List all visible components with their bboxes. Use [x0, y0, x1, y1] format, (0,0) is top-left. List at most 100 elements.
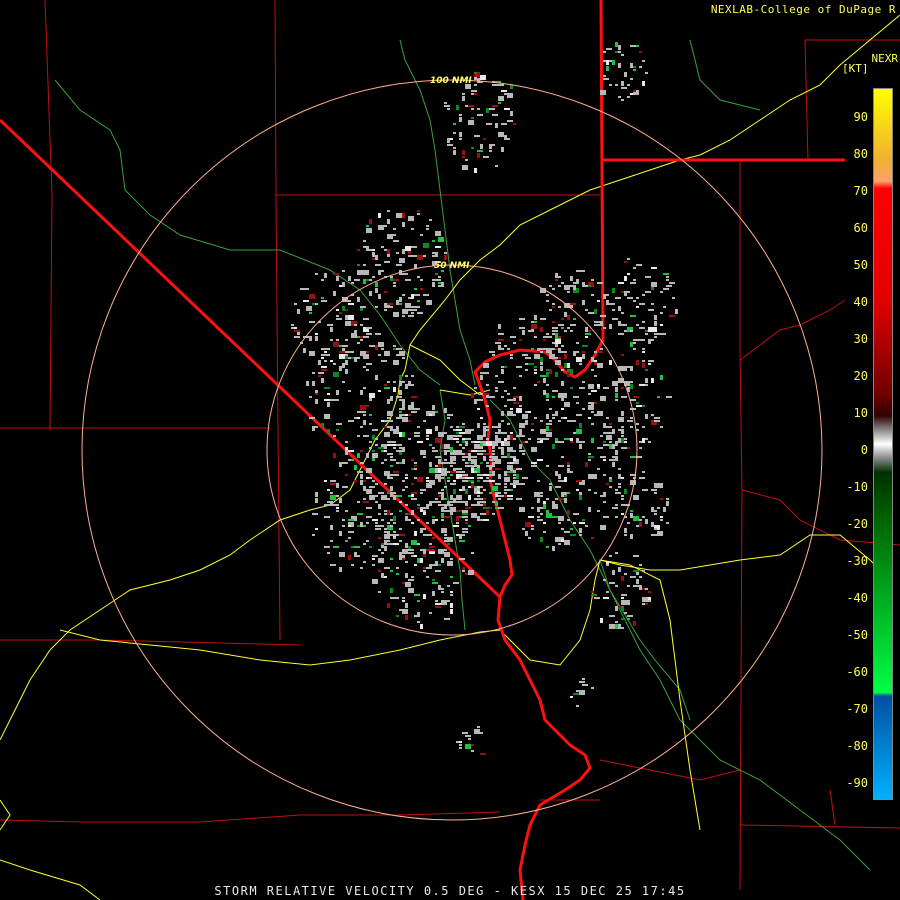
velocity-return	[384, 498, 390, 500]
velocity-return	[465, 480, 468, 482]
velocity-return	[402, 489, 405, 491]
velocity-return	[537, 381, 540, 383]
velocity-return	[303, 300, 309, 302]
velocity-return	[447, 543, 450, 545]
velocity-return	[321, 354, 324, 356]
velocity-return	[390, 570, 393, 572]
velocity-return	[345, 339, 348, 341]
velocity-return	[408, 495, 411, 497]
velocity-return	[630, 576, 636, 578]
velocity-tick: -70	[846, 702, 868, 716]
velocity-return	[558, 474, 561, 479]
velocity-return	[639, 522, 642, 527]
velocity-return	[540, 357, 543, 362]
velocity-return	[534, 372, 537, 374]
velocity-return	[474, 78, 477, 80]
velocity-return	[546, 423, 552, 425]
velocity-return	[390, 456, 393, 458]
velocity-return	[384, 291, 387, 293]
velocity-return	[369, 393, 375, 398]
velocity-return	[612, 318, 618, 320]
velocity-return	[468, 120, 474, 125]
velocity-return	[312, 513, 315, 515]
velocity-return	[516, 474, 519, 479]
velocity-return	[408, 588, 414, 593]
velocity-return	[567, 363, 570, 368]
velocity-return	[405, 474, 408, 476]
velocity-return	[369, 423, 372, 425]
velocity-return	[363, 543, 366, 545]
velocity-return	[294, 327, 297, 329]
velocity-return	[555, 471, 558, 476]
velocity-return	[537, 516, 540, 518]
velocity-return	[555, 441, 558, 443]
velocity-return	[342, 270, 345, 272]
velocity-return	[567, 291, 570, 293]
velocity-return	[642, 360, 645, 362]
velocity-return	[297, 309, 300, 314]
velocity-return	[372, 435, 375, 440]
velocity-return	[429, 543, 432, 545]
velocity-return	[345, 369, 348, 374]
velocity-return	[588, 402, 591, 404]
velocity-return	[324, 504, 330, 506]
velocity-return	[339, 567, 342, 572]
velocity-return	[468, 459, 471, 461]
velocity-return	[534, 366, 537, 368]
velocity-return	[414, 435, 420, 437]
velocity-return	[408, 216, 414, 221]
velocity-return	[453, 462, 456, 464]
velocity-return	[633, 621, 636, 626]
velocity-return	[498, 342, 501, 344]
velocity-return	[558, 522, 561, 524]
velocity-return	[570, 528, 573, 530]
velocity-return	[618, 96, 621, 98]
velocity-return	[597, 300, 600, 302]
velocity-return	[609, 432, 612, 434]
velocity-return	[363, 411, 366, 413]
velocity-return	[432, 405, 435, 410]
velocity-return	[507, 462, 510, 464]
velocity-return	[366, 489, 372, 494]
velocity-return	[354, 330, 357, 335]
velocity-return	[480, 450, 486, 452]
velocity-return	[426, 567, 429, 569]
velocity-return	[444, 540, 447, 542]
velocity-return	[417, 543, 420, 545]
velocity-return	[552, 546, 555, 551]
velocity-return	[633, 300, 636, 302]
velocity-return	[309, 336, 312, 338]
velocity-return	[414, 246, 417, 248]
velocity-return	[459, 138, 462, 140]
velocity-return	[618, 306, 621, 311]
velocity-return	[636, 525, 639, 527]
velocity-return	[603, 387, 606, 389]
velocity-return	[366, 369, 369, 371]
velocity-return	[525, 420, 528, 425]
velocity-return	[441, 600, 447, 605]
velocity-tick: 50	[853, 258, 868, 272]
velocity-return	[420, 558, 423, 563]
velocity-return	[501, 366, 504, 368]
velocity-return	[549, 483, 552, 485]
velocity-return	[462, 456, 468, 458]
velocity-return	[582, 684, 585, 686]
velocity-return	[552, 303, 555, 305]
velocity-return	[345, 351, 348, 353]
velocity-return	[363, 240, 366, 242]
velocity-return	[411, 402, 414, 407]
velocity-return	[318, 375, 321, 377]
velocity-return	[309, 354, 312, 356]
velocity-return	[597, 411, 603, 416]
velocity-return	[615, 84, 618, 86]
velocity-return	[426, 228, 429, 230]
velocity-return	[441, 477, 444, 479]
velocity-tick: -80	[846, 739, 868, 753]
velocity-return	[600, 396, 606, 401]
velocity-return	[357, 249, 360, 251]
velocity-return	[462, 513, 468, 515]
velocity-return	[489, 465, 492, 470]
velocity-return	[510, 432, 513, 434]
velocity-return	[330, 399, 336, 401]
velocity-return	[471, 450, 477, 452]
